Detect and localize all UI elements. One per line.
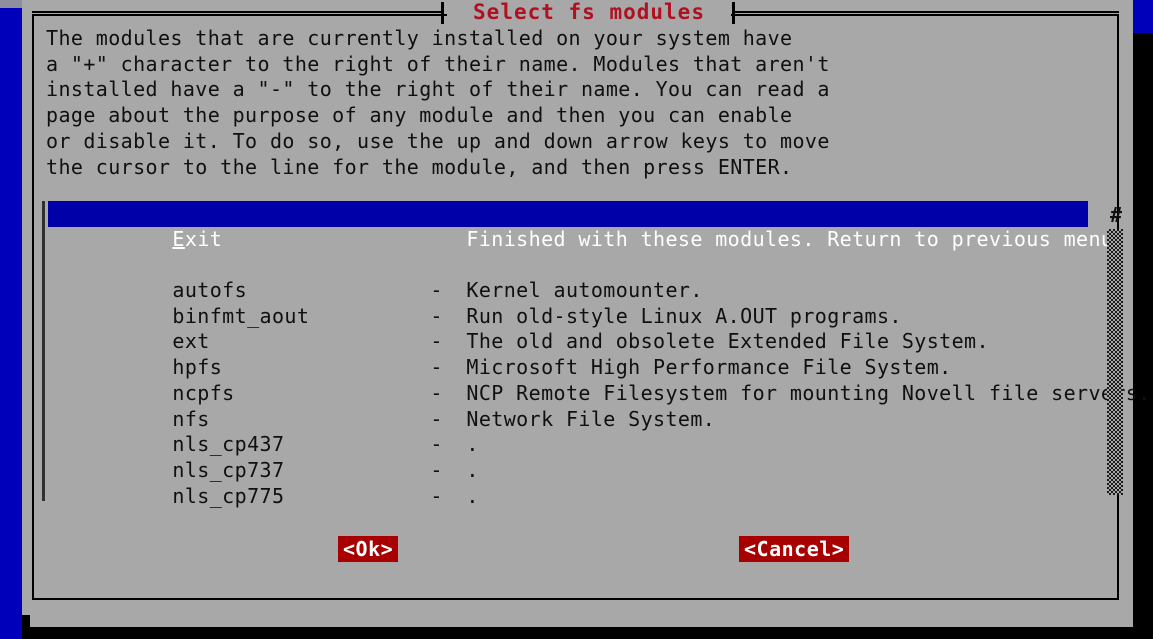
title-rule-right xyxy=(735,11,1119,13)
terminal-screen: Select fs modules The modules that are c… xyxy=(0,0,1153,639)
dialog-description: The modules that are currently installed… xyxy=(46,26,830,179)
list-item-hotkey: E xyxy=(172,226,185,251)
list-item-name: nls_cp775 xyxy=(172,483,285,508)
list-item-exit[interactable]: Exit Finished with these modules. Return … xyxy=(48,201,1125,251)
cancel-button[interactable]: <Cancel> xyxy=(739,536,850,562)
desktop-backdrop-cap xyxy=(0,0,22,8)
module-list-panel: Exit Finished with these modules. Return … xyxy=(42,201,1150,508)
list-item-name: Exit xyxy=(172,227,430,253)
list-item-separator: - xyxy=(430,483,443,508)
list-item-ext[interactable]: ext - The old and obsolete Extended File S… xyxy=(48,304,1103,353)
title-tick-left xyxy=(441,2,444,24)
ok-button[interactable]: <Ok> xyxy=(338,536,399,562)
select-fs-modules-dialog: Select fs modules The modules that are c… xyxy=(22,0,1150,615)
title-tick-right xyxy=(732,2,735,24)
list-item-nls-cp437[interactable]: nls_cp437-. xyxy=(48,407,1103,456)
desktop-backdrop-left xyxy=(0,0,22,639)
desktop-backdrop-topright xyxy=(1133,0,1153,33)
list-item-ncpfs[interactable]: ncpfs - NCP Remote Filesystem for mounting… xyxy=(48,355,1150,405)
scrollbar-track[interactable] xyxy=(1107,229,1123,495)
list-item-autofs[interactable]: autofs - Kernel automounter. xyxy=(48,252,1103,302)
module-list: Exit Finished with these modules. Return … xyxy=(48,201,1150,508)
list-item-nls-cp737[interactable]: nls_cp737-. xyxy=(48,432,1103,482)
list-item-name-rest: xit xyxy=(184,226,223,251)
list-item-description: Finished with these modules. Return to p… xyxy=(466,226,1126,251)
dialog-button-bar: <Ok> <Cancel> xyxy=(42,530,1102,570)
scrollbar-position-marker-icon[interactable]: # xyxy=(1107,203,1125,227)
list-scrollbar[interactable]: # xyxy=(1104,203,1126,503)
title-rule-left xyxy=(32,11,442,13)
list-item-nls-cp775[interactable]: nls_cp775 -. xyxy=(48,458,1103,508)
dialog-shadow-bottom xyxy=(30,615,1133,627)
list-panel-left-rule xyxy=(42,201,45,501)
list-item-hpfs[interactable]: hpfs - Microsoft High Performance File Sys… xyxy=(48,329,1103,379)
list-item-binfmt-aout[interactable]: binfmt_aout - Run old-style Linux A.OUT pr… xyxy=(48,278,1103,328)
list-item-nfs[interactable]: nfs - Network File System. xyxy=(48,381,1103,431)
dialog-title: Select fs modules xyxy=(447,0,731,25)
list-item-description: . xyxy=(466,483,479,508)
